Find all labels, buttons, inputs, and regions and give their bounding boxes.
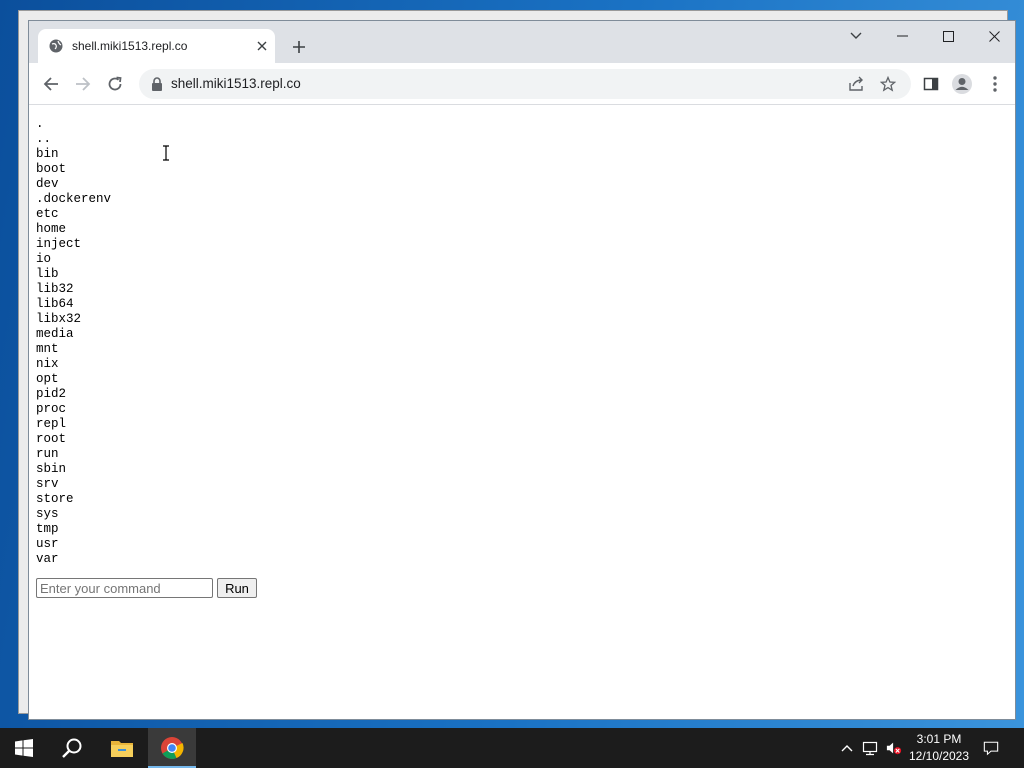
listing-entry: root <box>36 432 67 446</box>
page-content: ... bin boot dev .dockerenv etc home inject io li… <box>29 106 1015 719</box>
system-clock[interactable]: 3:01 PM 12/10/2023 <box>906 731 972 765</box>
listing-entry: usr <box>36 537 59 551</box>
directory-listing: ... bin boot dev .dockerenv etc home inject io li… <box>36 117 111 567</box>
volume-muted-icon[interactable] <box>886 740 902 756</box>
bookmark-star-icon[interactable] <box>877 73 899 95</box>
reload-icon[interactable] <box>103 72 127 96</box>
start-button[interactable] <box>0 728 48 768</box>
listing-entry: var <box>36 552 59 566</box>
listing-entry: io <box>36 252 52 266</box>
lock-icon[interactable] <box>151 77 163 91</box>
maximize-icon[interactable] <box>933 25 963 47</box>
chrome-icon <box>161 737 184 759</box>
listing-entry: sbin <box>36 462 67 476</box>
listing-entry: etc <box>36 207 59 221</box>
search-button[interactable] <box>48 728 96 768</box>
text-cursor-icon <box>161 145 171 161</box>
back-icon[interactable] <box>39 72 63 96</box>
listing-entry: bin <box>36 147 59 161</box>
listing-entry: lib64 <box>36 297 74 311</box>
browser-window: shell.miki1513.repl.co shell.miki1513.re… <box>28 20 1016 720</box>
listing-entry: media <box>36 327 74 341</box>
listing-entry: mnt <box>36 342 59 356</box>
address-bar[interactable]: shell.miki1513.repl.co <box>139 69 911 99</box>
listing-entry: inject <box>36 237 82 251</box>
network-icon[interactable] <box>862 740 878 756</box>
taskbar: 3:01 PM 12/10/2023 <box>0 728 1024 768</box>
listing-entry: boot <box>36 162 67 176</box>
chevron-up-icon[interactable] <box>839 740 855 756</box>
tab-title: shell.miki1513.repl.co <box>72 39 188 53</box>
side-panel-icon[interactable] <box>919 72 943 96</box>
listing-entry: .. <box>36 132 52 146</box>
tab-shell[interactable]: shell.miki1513.repl.co <box>38 29 275 63</box>
command-input[interactable] <box>36 578 213 598</box>
new-tab-button[interactable] <box>287 35 311 59</box>
listing-entry: run <box>36 447 59 461</box>
chrome-taskbar-button[interactable] <box>148 728 196 768</box>
listing-entry: home <box>36 222 67 236</box>
file-explorer-icon <box>111 741 133 757</box>
listing-entry: tmp <box>36 522 59 536</box>
listing-entry: repl <box>36 417 67 431</box>
listing-entry: libx32 <box>36 312 82 326</box>
listing-entry: sys <box>36 507 59 521</box>
listing-entry: pid2 <box>36 387 67 401</box>
listing-entry: lib32 <box>36 282 74 296</box>
listing-entry: opt <box>36 372 59 386</box>
listing-entry: . <box>36 117 44 131</box>
start-icon <box>15 739 33 757</box>
forward-icon[interactable] <box>71 72 95 96</box>
close-window-icon[interactable] <box>979 25 1009 47</box>
listing-entry: nix <box>36 357 59 371</box>
search-icon <box>62 738 82 758</box>
listing-entry: proc <box>36 402 67 416</box>
notification-icon[interactable] <box>983 740 999 756</box>
tab-search-icon[interactable] <box>841 25 871 47</box>
url-text: shell.miki1513.repl.co <box>171 76 301 91</box>
listing-entry: .dockerenv <box>36 192 112 206</box>
share-icon[interactable] <box>845 73 867 95</box>
file-explorer-button[interactable] <box>98 728 146 768</box>
close-tab-icon[interactable] <box>252 36 272 56</box>
globe-icon <box>49 39 63 53</box>
tab-strip: shell.miki1513.repl.co <box>29 21 1015 63</box>
listing-entry: srv <box>36 477 59 491</box>
listing-entry: dev <box>36 177 59 191</box>
clock-time: 3:01 PM <box>916 732 962 746</box>
clock-date: 12/10/2023 <box>908 749 970 763</box>
browser-toolbar: shell.miki1513.repl.co <box>29 63 1015 105</box>
listing-entry: lib <box>36 267 59 281</box>
listing-entry: store <box>36 492 74 506</box>
minimize-icon[interactable] <box>887 25 917 47</box>
run-button[interactable]: Run <box>217 578 257 598</box>
menu-kebab-icon[interactable] <box>983 72 1007 96</box>
profile-avatar-icon[interactable] <box>950 72 974 96</box>
